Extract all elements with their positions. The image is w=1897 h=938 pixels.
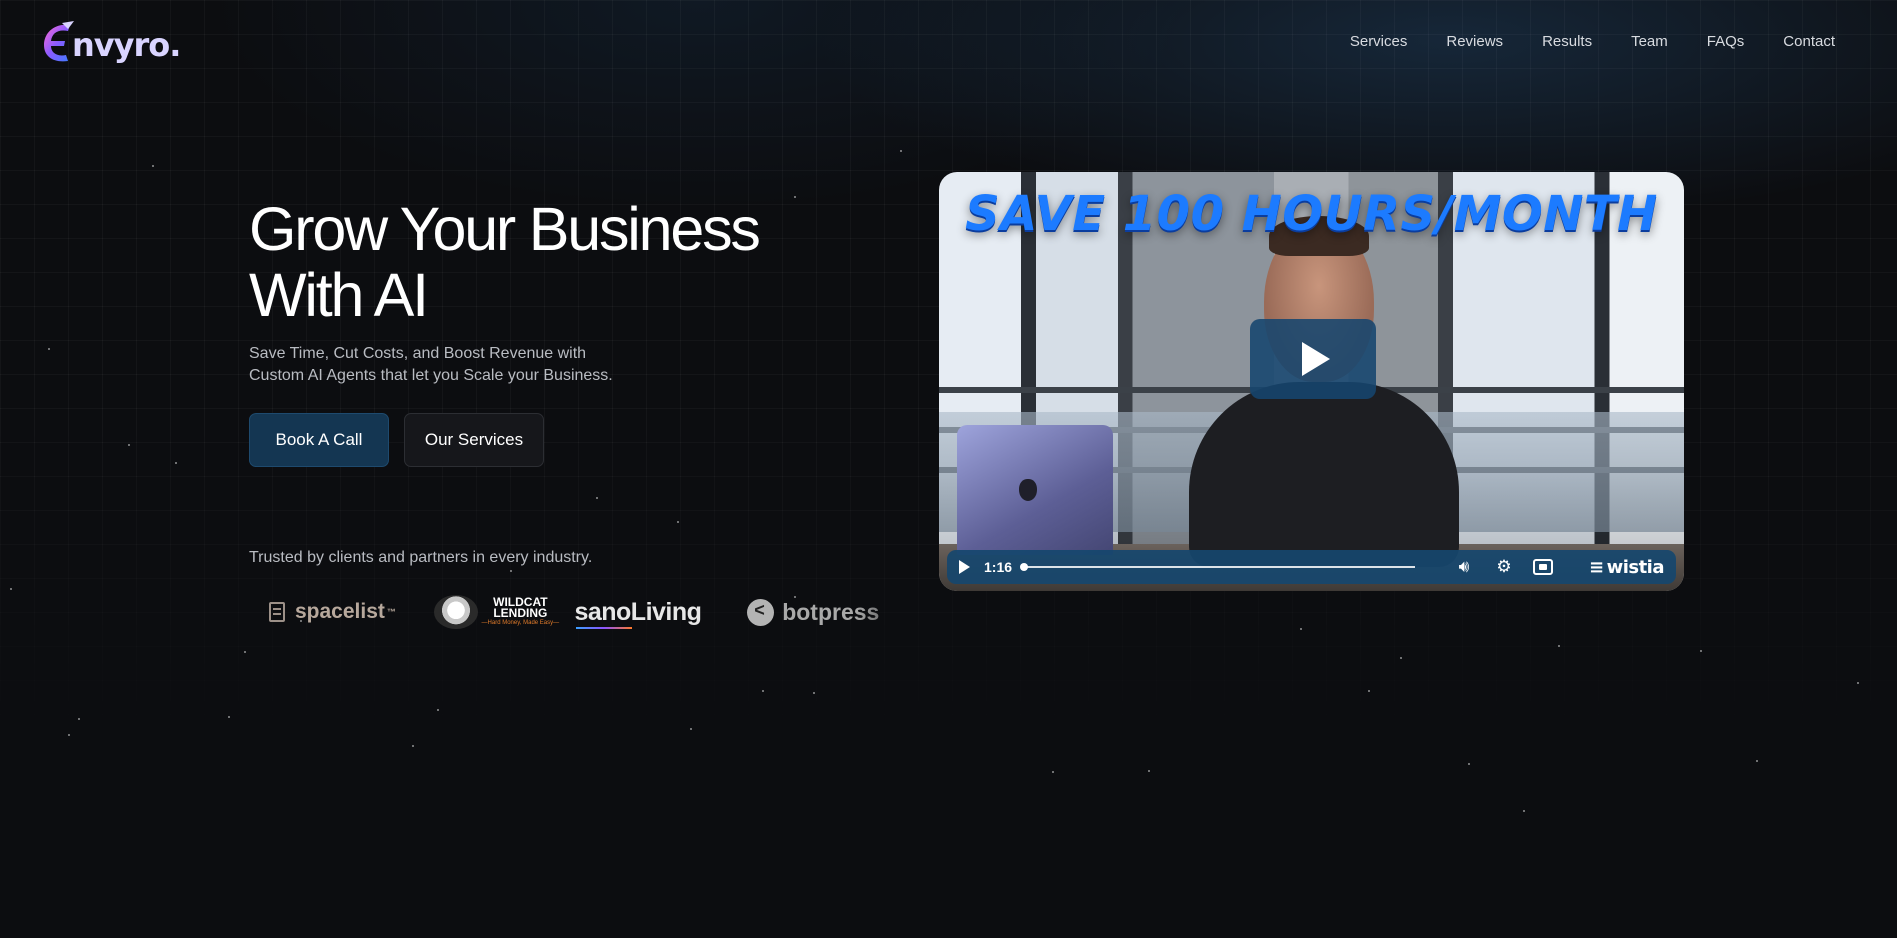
fullscreen-icon[interactable] [1532,559,1553,575]
star [437,709,439,711]
star [510,570,512,572]
client-tagline: —Hard Money, Made Easy— [481,620,560,626]
nav-team[interactable]: Team [1631,33,1668,50]
star [68,734,70,736]
progress-scrubber[interactable] [1020,563,1415,571]
star [175,462,177,464]
client-logo-sanoliving: sanoLiving [574,585,747,639]
star [78,718,80,720]
star [1523,810,1525,812]
star [677,521,679,523]
star [690,728,692,730]
star [1368,690,1370,692]
client-logo-botpress: botpress [747,585,929,639]
settings-gear-icon[interactable]: ⚙ [1493,557,1515,577]
our-services-button[interactable]: Our Services [404,413,544,467]
star [1300,628,1302,630]
big-play-button[interactable] [1250,319,1376,399]
star [228,716,230,718]
star [1400,657,1402,659]
video-player[interactable]: SAVE 100 HOURS/MONTH 1:16 🔊︎ ⚙ ≡ wistia [939,172,1684,591]
client-logo-spacelist: spacelist ™ [249,585,424,639]
volume-icon[interactable]: 🔊︎ [1453,557,1475,577]
hero-title-line1: Grow Your Business [249,195,761,263]
nav-results[interactable]: Results [1542,33,1592,50]
wistia-label: wistia [1606,556,1665,578]
nav-reviews[interactable]: Reviews [1446,33,1503,50]
star [128,444,130,446]
nav-faqs[interactable]: FAQs [1707,33,1745,50]
star [244,651,246,653]
client-name: sanoLiving [574,597,702,626]
star [596,497,598,499]
star [762,690,764,692]
star [900,150,902,152]
trademark-mark: ™ [386,607,396,617]
video-headline: SAVE 100 HOURS/MONTH [965,186,1658,242]
nav-contact[interactable]: Contact [1783,33,1835,50]
star [1558,645,1560,647]
client-logo-wildcat-lending: WILDCAT LENDING —Hard Money, Made Easy— [424,585,575,639]
brand-logo[interactable]: nvyro. [40,20,181,64]
client-name: botpress [782,598,880,625]
share-icon [747,598,775,626]
star [1052,771,1054,773]
player-controls: 1:16 🔊︎ ⚙ ≡ wistia [947,550,1676,584]
nav-services[interactable]: Services [1350,33,1408,50]
logo-mark-icon [40,21,76,63]
client-name-line2: LENDING [493,606,548,620]
star [1148,770,1150,772]
star [152,165,154,167]
hero-subtitle: Save Time, Cut Costs, and Boost Revenue … [249,343,639,387]
star [813,692,815,694]
star [412,745,414,747]
trusted-text: Trusted by clients and partners in every… [249,549,593,566]
eagle-icon [433,595,478,629]
star [1468,763,1470,765]
star [1756,760,1758,762]
star [10,588,12,590]
client-name: spacelist [295,600,385,623]
star [1700,650,1702,652]
wistia-brand[interactable]: ≡ wistia [1588,556,1665,578]
video-duration: 1:16 [984,559,1013,575]
hero-title: Grow Your Business With AI [249,196,809,328]
star [1857,682,1859,684]
play-icon[interactable] [959,560,970,574]
hero-title-line2: With AI [249,261,429,329]
document-icon [269,602,285,622]
client-name: WILDCAT LENDING —Hard Money, Made Easy— [481,596,560,627]
hero-subtitle-line1: Save Time, Cut Costs, and Boost Revenue … [249,345,587,362]
presenter-body [1189,382,1459,567]
logo-text: nvyro. [72,26,181,64]
star [48,348,50,350]
book-a-call-button[interactable]: Book A Call [249,413,389,467]
hero-subtitle-line2: Custom AI Agents that let you Scale your… [249,367,613,384]
wistia-mark-icon: ≡ [1588,556,1604,578]
apple-logo-icon [1019,479,1037,501]
client-logos-marquee: spacelist ™ WILDCAT LENDING —Hard Money, … [249,585,929,639]
main-nav: Services Reviews Results Team FAQs Conta… [1350,33,1835,50]
